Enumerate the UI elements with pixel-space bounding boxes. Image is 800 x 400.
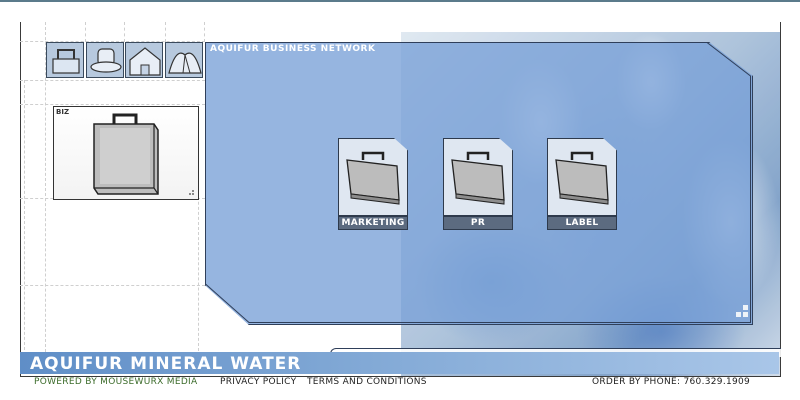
card-label: MARKETING	[338, 216, 408, 230]
nav-tent-icon[interactable]	[165, 42, 203, 78]
guide-line	[24, 80, 25, 350]
page: AQUIFUR BUSINESS NETWORK BIZ MARKETING P…	[0, 0, 800, 400]
top-rule	[0, 0, 800, 2]
terms-link[interactable]: TERMS AND CONDITIONS	[307, 377, 427, 387]
briefcase-icon	[555, 151, 609, 205]
card-label: PR	[443, 216, 513, 230]
guide-line	[165, 22, 166, 42]
briefcase-icon	[346, 151, 400, 205]
briefcase-icon	[93, 113, 159, 195]
privacy-policy-link[interactable]: PRIVACY POLICY	[220, 377, 296, 387]
panel-title: AQUIFUR BUSINESS NETWORK	[210, 44, 376, 54]
guide-line	[20, 80, 205, 81]
order-phone-text: ORDER BY PHONE: 760.329.1909	[592, 377, 751, 387]
resize-dots-icon	[736, 305, 748, 317]
nav-hat-icon[interactable]	[86, 42, 124, 78]
resize-dots-icon	[189, 190, 194, 195]
briefcase-icon	[451, 151, 505, 205]
powered-by-link[interactable]: POWERED BY MOUSEWURX MEDIA	[34, 377, 197, 387]
nav-house-icon[interactable]	[125, 42, 163, 78]
guide-line	[20, 285, 205, 286]
biz-label: BIZ	[56, 108, 70, 116]
guide-line	[85, 22, 86, 42]
guide-line	[124, 22, 125, 42]
guide-line	[20, 104, 205, 105]
nav-briefcase-handle-icon[interactable]	[46, 42, 84, 78]
card-pr[interactable]: PR	[443, 138, 513, 231]
brand-title: AQUIFUR MINERAL WATER	[30, 354, 302, 374]
card-label: LABEL	[547, 216, 617, 230]
guide-line	[204, 22, 205, 42]
card-marketing[interactable]: MARKETING	[338, 138, 408, 231]
card-label-section[interactable]: LABEL	[547, 138, 617, 231]
